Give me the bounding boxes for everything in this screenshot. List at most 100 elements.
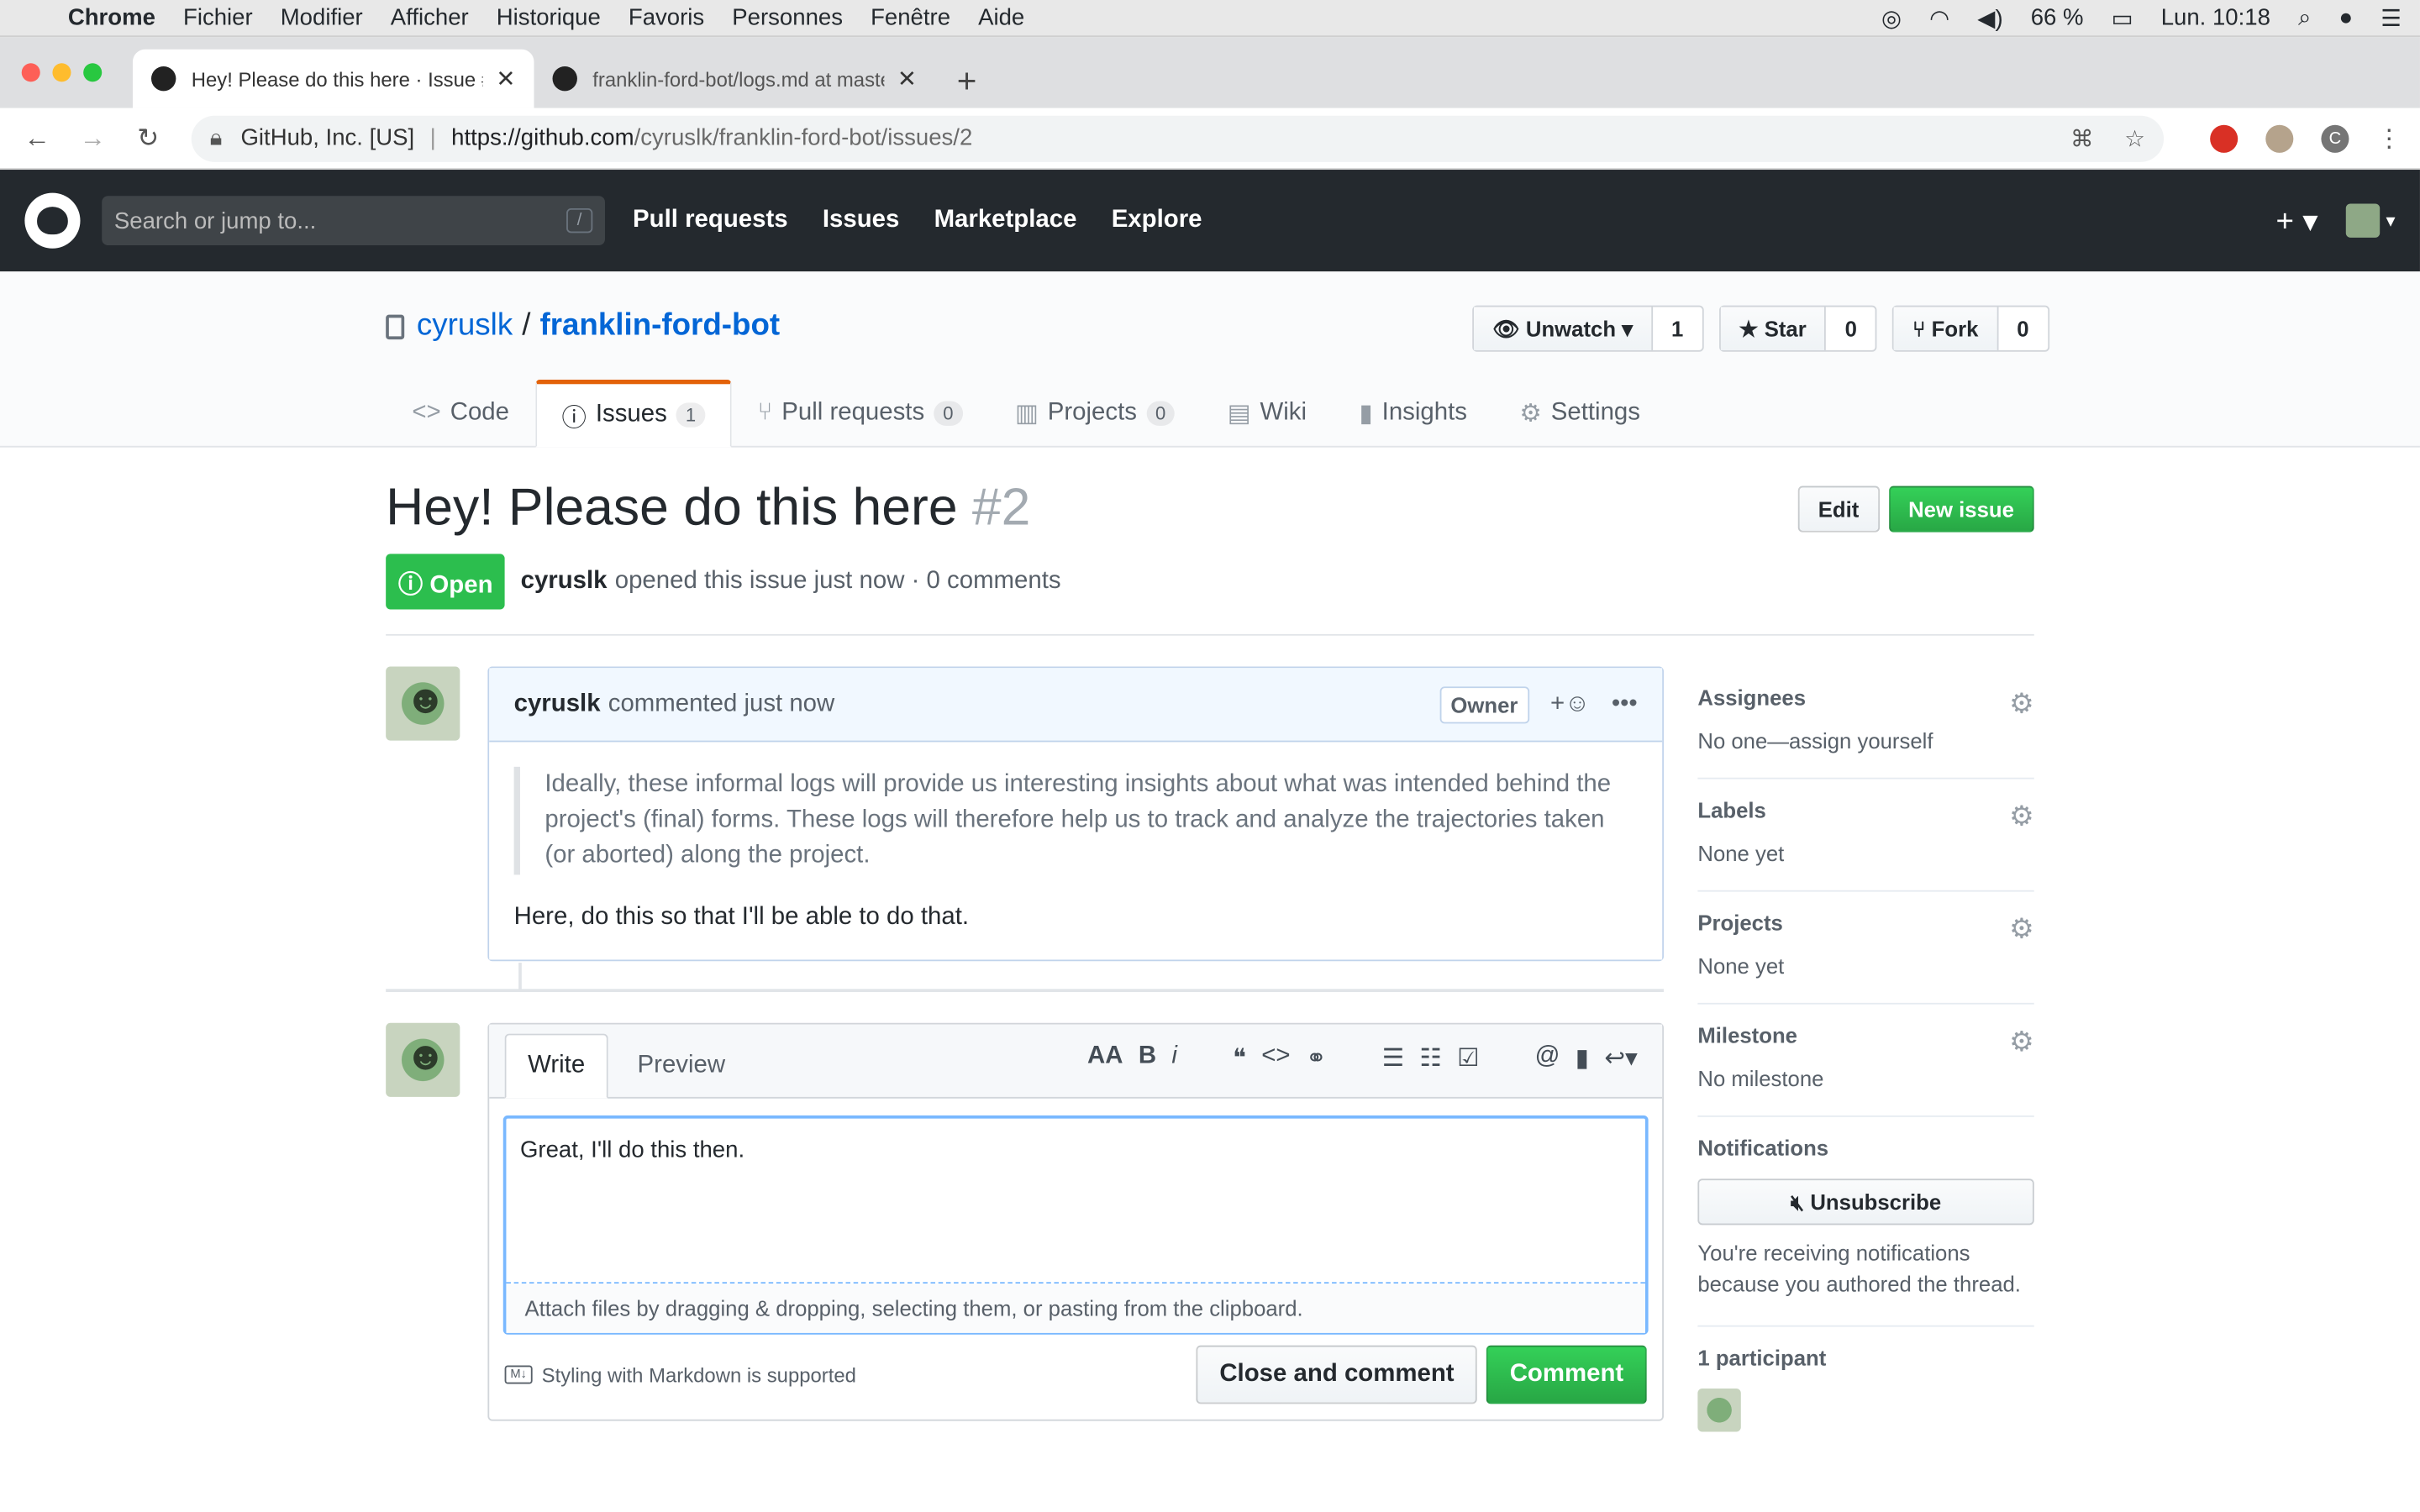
repo-owner-link[interactable]: cyruslk (417, 308, 513, 344)
menu-app[interactable]: Chrome (68, 5, 155, 31)
gear-icon[interactable]: ⚙ (2009, 913, 2034, 946)
close-window-icon[interactable] (21, 63, 40, 82)
creative-cloud-icon[interactable]: ◎ (1881, 4, 1902, 31)
menu-favoris[interactable]: Favoris (629, 5, 704, 31)
menu-afficher[interactable]: Afficher (391, 5, 469, 31)
tab-settings[interactable]: ⚙ Settings (1493, 380, 1666, 448)
stars-count[interactable]: 0 (1827, 307, 1876, 350)
comment-action[interactable]: commented just now (608, 690, 835, 718)
gear-icon[interactable]: ⚙ (2009, 801, 2034, 833)
quote-icon[interactable]: ❝ (1233, 1043, 1246, 1074)
comment-author[interactable]: cyruslk (514, 690, 601, 718)
watchers-count[interactable]: 1 (1653, 307, 1702, 350)
mention-icon[interactable]: @ (1535, 1043, 1560, 1074)
tab-wiki[interactable]: ▤ Wiki (1201, 380, 1333, 448)
search-input[interactable]: Search or jump to... / (102, 196, 605, 246)
nav-issues[interactable]: Issues (823, 207, 899, 233)
preview-tab[interactable]: Preview (616, 1034, 747, 1099)
forward-icon[interactable]: → (74, 123, 111, 154)
link-icon[interactable]: ⚭ (1306, 1043, 1327, 1074)
comment-textarea-value[interactable]: Great, I'll do this then. (506, 1119, 1645, 1284)
menu-fenetre[interactable]: Fenêtre (871, 5, 950, 31)
menu-personnes[interactable]: Personnes (732, 5, 843, 31)
ublock-icon[interactable] (2210, 123, 2238, 152)
spotlight-icon[interactable]: ⌕ (2298, 5, 2311, 31)
create-new-icon[interactable]: + ▾ (2276, 202, 2318, 240)
issue-author[interactable]: cyruslk (521, 568, 608, 596)
tab-issues[interactable]: ⓘ Issues 1 (535, 379, 732, 448)
menu-fichier[interactable]: Fichier (183, 5, 253, 31)
participant-avatar[interactable] (1697, 1388, 1741, 1431)
menu-aide[interactable]: Aide (978, 5, 1024, 31)
task-list-icon[interactable]: ☑ (1457, 1043, 1479, 1074)
reference-icon[interactable]: ▮ (1576, 1043, 1589, 1074)
profile-avatar[interactable]: C (2321, 123, 2349, 152)
nav-marketplace[interactable]: Marketplace (934, 207, 1077, 233)
forks-count[interactable]: 0 (1998, 307, 2047, 350)
reload-icon[interactable]: ↻ (129, 123, 166, 154)
nav-pull-requests[interactable]: Pull requests (633, 207, 788, 233)
gear-icon[interactable]: ⚙ (2009, 1026, 2034, 1058)
tab-insights[interactable]: ▮ Insights (1333, 380, 1493, 448)
siri-icon[interactable]: ● (2338, 5, 2353, 31)
comment-textarea[interactable]: Great, I'll do this then. Attach files b… (502, 1115, 1649, 1335)
more-actions-icon[interactable]: ••• (1612, 690, 1638, 718)
menu-historique[interactable]: Historique (497, 5, 601, 31)
numbered-list-icon[interactable]: ☷ (1419, 1043, 1441, 1074)
star-button[interactable]: ★ Star (1720, 307, 1827, 350)
browser-tab-active[interactable]: Hey! Please do this here · Issue #2 · cy… (132, 49, 534, 108)
bullet-list-icon[interactable]: ☰ (1382, 1043, 1404, 1074)
tab-projects[interactable]: ▥ Projects 0 (989, 380, 1202, 448)
extension-icon[interactable] (2265, 123, 2294, 152)
close-tab-icon[interactable]: ✕ (897, 65, 917, 92)
tab-pull-requests[interactable]: ⑂ Pull requests 0 (731, 380, 988, 448)
battery-percent[interactable]: 66 % (2031, 5, 2084, 31)
fork-button[interactable]: ⑂ Fork (1894, 307, 1999, 350)
bold-icon[interactable]: B (1139, 1043, 1156, 1074)
bookmark-star-icon[interactable]: ☆ (2124, 124, 2145, 152)
comment-button[interactable]: Comment (1486, 1345, 1647, 1404)
lock-icon[interactable]: 🔒︎ (210, 125, 223, 151)
sidebar-heading[interactable]: Assignees (1697, 685, 2033, 709)
gear-icon[interactable]: ⚙ (2009, 688, 2034, 721)
wifi-icon[interactable]: ◠ (1929, 4, 1949, 31)
browser-tab[interactable]: franklin-ford-bot/logs.md at master · cy… (534, 50, 935, 108)
avatar[interactable] (386, 666, 460, 741)
close-tab-icon[interactable]: ✕ (496, 65, 515, 92)
minimize-window-icon[interactable] (52, 63, 71, 82)
back-icon[interactable]: ← (18, 123, 55, 154)
nav-explore[interactable]: Explore (1112, 207, 1202, 233)
clock[interactable]: Lun. 10:18 (2161, 5, 2270, 31)
sidebar-heading[interactable]: Labels (1697, 798, 2033, 822)
sidebar-heading[interactable]: Projects (1697, 911, 2033, 935)
zoom-window-icon[interactable] (83, 63, 103, 82)
user-menu[interactable]: ▾ (2345, 203, 2396, 238)
tab-code[interactable]: <> Code (386, 380, 535, 448)
code-icon[interactable]: <> (1261, 1043, 1290, 1074)
assignees-value[interactable]: No one—assign yourself (1697, 728, 2033, 753)
translate-icon[interactable]: ⌘ (2070, 124, 2094, 152)
volume-icon[interactable]: ◀) (1977, 4, 2002, 31)
github-logo-icon[interactable] (24, 192, 81, 249)
header-text-icon[interactable]: AA (1087, 1043, 1123, 1074)
avatar[interactable] (386, 1022, 460, 1097)
unsubscribe-button[interactable]: 🔇︎ Unsubscribe (1697, 1179, 2034, 1226)
close-and-comment-button[interactable]: Close and comment (1196, 1345, 1478, 1404)
repo-name-link[interactable]: franklin-ford-bot (539, 308, 780, 344)
new-tab-icon[interactable]: + (957, 61, 977, 102)
add-reaction-icon[interactable]: +☺ (1550, 690, 1590, 718)
site-identity[interactable]: GitHub, Inc. [US] (240, 125, 414, 151)
italic-icon[interactable]: i (1171, 1043, 1177, 1074)
write-tab[interactable]: Write (504, 1033, 608, 1099)
omnibox[interactable]: 🔒︎ GitHub, Inc. [US] | https://github.co… (191, 114, 2165, 161)
saved-reply-icon[interactable]: ↩▾ (1604, 1043, 1637, 1074)
notification-center-icon[interactable]: ☰ (2381, 4, 2402, 31)
edit-button[interactable]: Edit (1797, 486, 1880, 533)
new-issue-button[interactable]: New issue (1888, 486, 2034, 533)
menu-modifier[interactable]: Modifier (281, 5, 363, 31)
sidebar-heading[interactable]: Milestone (1697, 1023, 2033, 1047)
chrome-menu-icon[interactable]: ⋮ (2377, 123, 2402, 154)
markdown-note[interactable]: M↓ Styling with Markdown is supported (504, 1363, 856, 1386)
attach-files-hint[interactable]: Attach files by dragging & dropping, sel… (506, 1284, 1645, 1333)
unwatch-button[interactable]: 👁︎ Unwatch ▾ (1474, 307, 1653, 350)
